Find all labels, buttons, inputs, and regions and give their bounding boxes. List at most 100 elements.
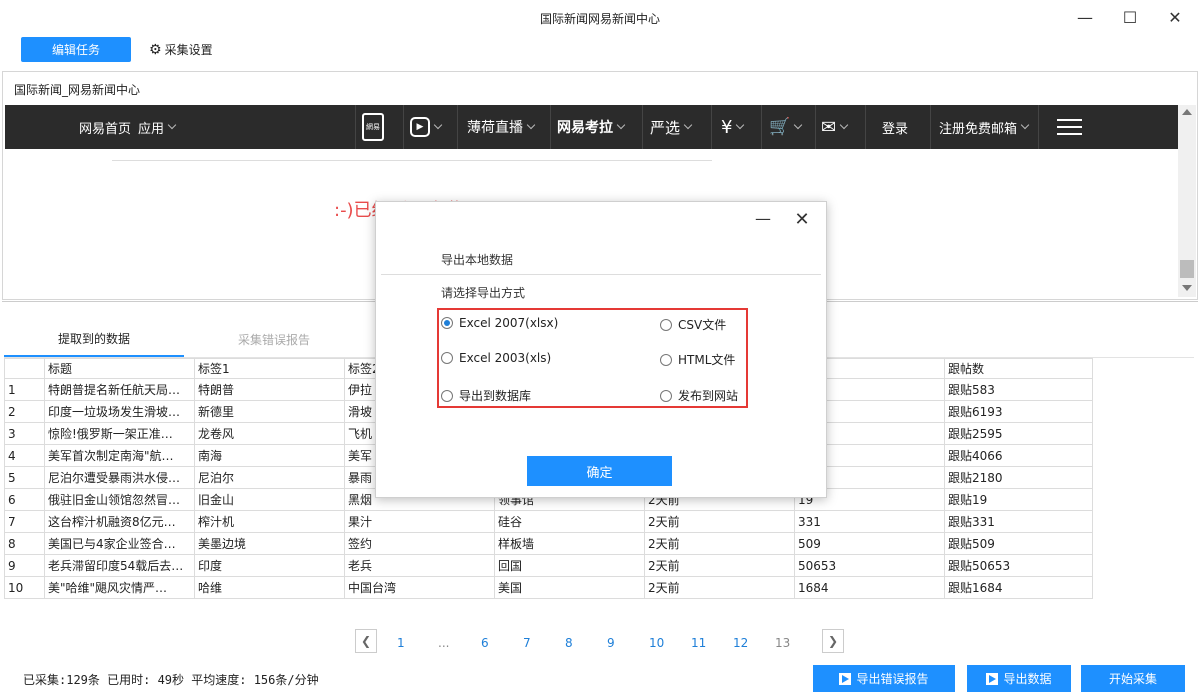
scroll-down-icon[interactable] xyxy=(1182,285,1192,291)
option-html[interactable]: HTML文件 xyxy=(660,351,735,368)
maximize-button[interactable]: ☐ xyxy=(1113,4,1147,30)
column-header[interactable] xyxy=(4,358,45,379)
nav-login-link[interactable]: 登录 xyxy=(882,105,908,149)
nav-shop-cart[interactable]: 🛒 xyxy=(769,105,803,149)
table-cell: 新德里 xyxy=(194,400,345,423)
nav-home-link[interactable]: 网易首页 xyxy=(79,105,131,149)
table-cell: 印度一垃圾场发生滑坡… xyxy=(44,400,195,423)
tab-extracted-data[interactable]: 提取到的数据 xyxy=(4,322,184,357)
table-cell: 美军首次制定南海"航… xyxy=(44,444,195,467)
browser-scrollbar[interactable] xyxy=(1178,105,1196,297)
window-title: 国际新闻网易新闻中心 xyxy=(539,12,660,26)
next-page-button[interactable]: ❯ xyxy=(822,629,844,653)
row-index-cell: 5 xyxy=(4,466,45,489)
minimize-button[interactable]: — xyxy=(1068,4,1102,30)
page-9[interactable]: 9 xyxy=(607,636,615,650)
radio-button[interactable] xyxy=(441,389,453,402)
prev-page-button[interactable]: ❮ xyxy=(355,629,377,653)
radio-button[interactable] xyxy=(660,318,672,331)
chevron-down-icon xyxy=(433,120,443,130)
option-database[interactable]: 导出到数据库 xyxy=(441,387,531,404)
option-publish-website[interactable]: 发布到网站 xyxy=(660,387,738,404)
page-8[interactable]: 8 xyxy=(565,636,573,650)
nav-video[interactable]: ▶ xyxy=(410,105,443,149)
page-12[interactable]: 12 xyxy=(733,636,748,650)
edit-task-button[interactable]: 编辑任务 xyxy=(21,37,131,62)
content-divider xyxy=(112,160,712,161)
phone-icon: 網易 xyxy=(362,113,384,141)
play-icon: ▶ xyxy=(410,117,430,137)
table-cell: 跟贴583 xyxy=(944,378,1093,401)
start-collect-button[interactable]: 开始采集 xyxy=(1081,665,1185,692)
option-label: 导出到数据库 xyxy=(459,389,532,403)
table-cell: 哈维 xyxy=(194,576,345,599)
mail-icon: ✉ xyxy=(821,116,837,138)
option-label: Excel 2007(xlsx) xyxy=(459,316,559,330)
page-10[interactable]: 10 xyxy=(649,636,664,650)
table-row[interactable]: 9 老兵滞留印度54载后去… 印度 老兵 回国 2天前 50653 跟贴50653 xyxy=(4,554,1093,577)
nav-separator xyxy=(865,105,866,149)
table-cell: 331 xyxy=(794,510,945,533)
table-cell: 2天前 xyxy=(644,554,795,577)
radio-button[interactable] xyxy=(660,389,672,402)
status-text: 已采集:129条 已用时: 49秒 平均速度: 156条/分钟 xyxy=(23,673,319,687)
dialog-minimize-button[interactable]: — xyxy=(753,208,773,228)
collect-settings-label: 采集设置 xyxy=(164,43,213,57)
table-cell: 509 xyxy=(794,532,945,555)
nav-apps-menu[interactable]: 应用 xyxy=(138,105,177,149)
close-button[interactable]: ✕ xyxy=(1158,4,1192,30)
column-header[interactable]: 标题 xyxy=(44,358,195,379)
scroll-up-icon[interactable] xyxy=(1182,109,1192,115)
nav-bohe-live[interactable]: 薄荷直播 xyxy=(467,105,536,149)
nav-apps-label: 应用 xyxy=(138,121,165,137)
export-data-button[interactable]: 导出数据 xyxy=(967,665,1071,692)
tab-error-report[interactable]: 采集错误报告 xyxy=(184,322,364,357)
nav-mail[interactable]: ✉ xyxy=(821,105,849,149)
table-cell: 跟贴1684 xyxy=(944,576,1093,599)
nav-mobile-app[interactable]: 網易 xyxy=(362,105,384,149)
column-header[interactable]: 标签1 xyxy=(194,358,345,379)
table-cell: 俄驻旧金山领馆忽然冒… xyxy=(44,488,195,511)
table-row[interactable]: 8 美国已与4家企业签合… 美墨边境 签约 样板墙 2天前 509 跟贴509 xyxy=(4,532,1093,555)
menu-icon[interactable] xyxy=(1057,105,1082,149)
table-row[interactable]: 7 这台榨汁机融资8亿元… 榨汁机 果汁 硅谷 2天前 331 跟贴331 xyxy=(4,510,1093,533)
option-excel-2003[interactable]: Excel 2003(xls) xyxy=(441,351,551,365)
table-cell: 印度 xyxy=(194,554,345,577)
option-label: Excel 2003(xls) xyxy=(459,351,552,365)
table-cell: 特朗普 xyxy=(194,378,345,401)
radio-button[interactable] xyxy=(441,317,453,329)
dialog-heading: 导出本地数据 xyxy=(441,253,514,267)
page-7[interactable]: 7 xyxy=(523,636,531,650)
nav-lottery[interactable]: ¥ xyxy=(721,105,745,149)
page-1[interactable]: 1 xyxy=(397,636,405,650)
nav-kaola[interactable]: 网易考拉 xyxy=(557,105,626,149)
nav-bohe-label: 薄荷直播 xyxy=(467,120,523,136)
table-cell: 回国 xyxy=(494,554,645,577)
table-cell: 跟贴50653 xyxy=(944,554,1093,577)
collect-settings-button[interactable]: ⚙ 采集设置 xyxy=(149,41,213,58)
yen-icon: ¥ xyxy=(721,116,733,138)
nav-register-mail[interactable]: 注册免费邮箱 xyxy=(939,105,1030,149)
page-6[interactable]: 6 xyxy=(481,636,489,650)
column-header[interactable]: 跟帖数 xyxy=(944,358,1093,379)
option-excel-2007[interactable]: Excel 2007(xlsx) xyxy=(441,316,558,330)
table-cell: 特朗普提名新任航天局… xyxy=(44,378,195,401)
nav-yanxuan[interactable]: 严选 xyxy=(650,105,693,149)
table-cell: 跟贴509 xyxy=(944,532,1093,555)
netease-nav-bar: 网易首页 应用 網易 ▶ 薄荷直播 网易考拉 严选 ¥ 🛒 ✉ 登录 注册免费邮… xyxy=(5,105,1178,149)
radio-button[interactable] xyxy=(441,352,453,364)
option-csv[interactable]: CSV文件 xyxy=(660,316,726,333)
chevron-down-icon xyxy=(167,120,177,130)
scrollbar-thumb[interactable] xyxy=(1180,260,1194,278)
row-index-cell: 6 xyxy=(4,488,45,511)
confirm-button[interactable]: 确定 xyxy=(527,456,672,486)
dialog-close-button[interactable]: ✕ xyxy=(791,208,813,230)
export-error-report-button[interactable]: 导出错误报告 xyxy=(813,665,955,692)
table-cell: 跟贴4066 xyxy=(944,444,1093,467)
table-cell: 样板墙 xyxy=(494,532,645,555)
table-cell: 这台榨汁机融资8亿元… xyxy=(44,510,195,533)
table-row[interactable]: 10 美"哈维"飓风灾情严… 哈维 中国台湾 美国 2天前 1684 跟贴1684 xyxy=(4,576,1093,599)
table-cell: 惊险!俄罗斯一架正准… xyxy=(44,422,195,445)
radio-button[interactable] xyxy=(660,353,672,366)
page-11[interactable]: 11 xyxy=(691,636,706,650)
